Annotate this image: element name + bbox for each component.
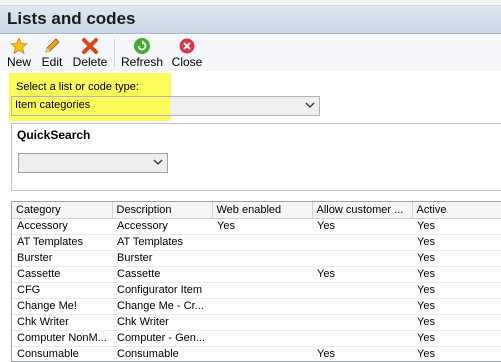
pencil-icon <box>45 38 60 53</box>
new-label: New <box>6 55 31 69</box>
cell-category: Cassette <box>12 266 112 283</box>
cell-web-enabled: Yes <box>212 218 312 235</box>
cell-web-enabled <box>212 282 312 299</box>
refresh-label: Refresh <box>120 55 164 69</box>
cell-web-enabled <box>212 234 312 251</box>
cell-active: Yes <box>412 298 501 315</box>
cell-allow-customer: Yes <box>312 266 412 283</box>
table-row[interactable]: Chk Writer Chk Writer Yes <box>12 314 501 331</box>
column-header-description[interactable]: Description <box>112 202 213 219</box>
refresh-icon <box>134 38 150 54</box>
cell-category: Computer NonM... <box>12 330 112 347</box>
cell-allow-customer <box>312 282 412 299</box>
cell-category: Chk Writer <box>12 314 112 331</box>
codes-grid: Category Description Web enabled Allow c… <box>11 201 501 362</box>
cell-category: Consumable <box>12 346 112 361</box>
cell-description: Cassette <box>112 266 212 283</box>
cell-active: Yes <box>412 314 501 331</box>
table-row[interactable]: Consumable Consumable Yes Yes <box>12 346 501 361</box>
cell-allow-customer <box>312 298 412 315</box>
edit-label: Edit <box>41 55 63 69</box>
close-label: Close <box>171 55 203 69</box>
cell-active: Yes <box>412 234 501 251</box>
cell-web-enabled <box>212 250 312 267</box>
table-row[interactable]: Computer NonM... Computer - Gen... Yes <box>12 330 501 347</box>
new-button[interactable]: New <box>4 37 34 69</box>
cell-allow-customer <box>312 234 412 251</box>
cell-allow-customer <box>312 314 412 331</box>
column-header-allow-customer[interactable]: Allow customer ... <box>312 202 413 219</box>
cell-allow-customer <box>312 250 412 267</box>
delete-label: Delete <box>72 55 108 69</box>
column-header-web-enabled[interactable]: Web enabled <box>212 202 313 219</box>
delete-x-icon <box>82 38 98 54</box>
cell-active: Yes <box>412 330 501 347</box>
cell-web-enabled <box>212 330 312 347</box>
cell-description: Computer - Gen... <box>112 330 212 347</box>
star-icon <box>10 37 28 55</box>
cell-description: Consumable <box>112 346 212 361</box>
table-row[interactable]: Accessory Accessory Yes Yes Yes <box>12 218 501 235</box>
cell-description: Change Me - Cr... <box>112 298 212 315</box>
table-row[interactable]: Burster Burster Yes <box>12 250 501 267</box>
chevron-down-icon[interactable] <box>153 158 163 166</box>
cell-web-enabled <box>212 298 312 315</box>
delete-button[interactable]: Delete <box>70 37 110 69</box>
column-header-category[interactable]: Category <box>12 202 113 219</box>
title-bar: Lists and codes <box>0 6 501 34</box>
refresh-button[interactable]: Refresh <box>120 37 164 69</box>
toolbar-separator <box>114 39 115 67</box>
cell-active: Yes <box>412 266 501 283</box>
list-type-label: Select a list or code type: <box>16 81 139 93</box>
cell-description: AT Templates <box>112 234 212 251</box>
list-type-value: Item categories <box>15 99 91 111</box>
quicksearch-label: QuickSearch <box>17 128 91 142</box>
edit-button[interactable]: Edit <box>38 37 66 69</box>
window-title: Lists and codes <box>7 9 136 28</box>
close-icon <box>179 38 195 54</box>
table-row[interactable]: CFG Configurator Item Yes <box>12 282 501 299</box>
cell-description: Chk Writer <box>112 314 212 331</box>
cell-web-enabled <box>212 314 312 331</box>
cell-description: Burster <box>112 250 212 267</box>
cell-active: Yes <box>412 218 501 235</box>
cell-category: Change Me! <box>12 298 112 315</box>
cell-active: Yes <box>412 346 501 361</box>
cell-category: Burster <box>12 250 112 267</box>
cell-active: Yes <box>412 250 501 267</box>
codes-table: Category Description Web enabled Allow c… <box>12 202 501 361</box>
column-header-active[interactable]: Active <box>412 202 501 219</box>
list-type-select[interactable]: Item categories <box>11 96 320 116</box>
chevron-down-icon[interactable] <box>305 101 315 109</box>
header-row: Category Description Web enabled Allow c… <box>12 202 501 219</box>
toolbar: New Edit Delete Refresh Close <box>0 35 501 71</box>
cell-allow-customer <box>312 330 412 347</box>
cell-allow-customer: Yes <box>312 346 412 361</box>
cell-active: Yes <box>412 282 501 299</box>
cell-web-enabled <box>212 266 312 283</box>
close-button[interactable]: Close <box>170 37 204 69</box>
cell-web-enabled <box>212 346 312 361</box>
cell-category: Accessory <box>12 218 112 235</box>
cell-description: Accessory <box>112 218 212 235</box>
quicksearch-panel: QuickSearch <box>11 123 501 191</box>
cell-description: Configurator Item <box>112 282 212 299</box>
table-row[interactable]: Change Me! Change Me - Cr... Yes <box>12 298 501 315</box>
quicksearch-select[interactable] <box>18 153 168 173</box>
cell-category: AT Templates <box>12 234 112 251</box>
table-row[interactable]: AT Templates AT Templates Yes <box>12 234 501 251</box>
cell-allow-customer: Yes <box>312 218 412 235</box>
cell-category: CFG <box>12 282 112 299</box>
table-row[interactable]: Cassette Cassette Yes Yes <box>12 266 501 283</box>
